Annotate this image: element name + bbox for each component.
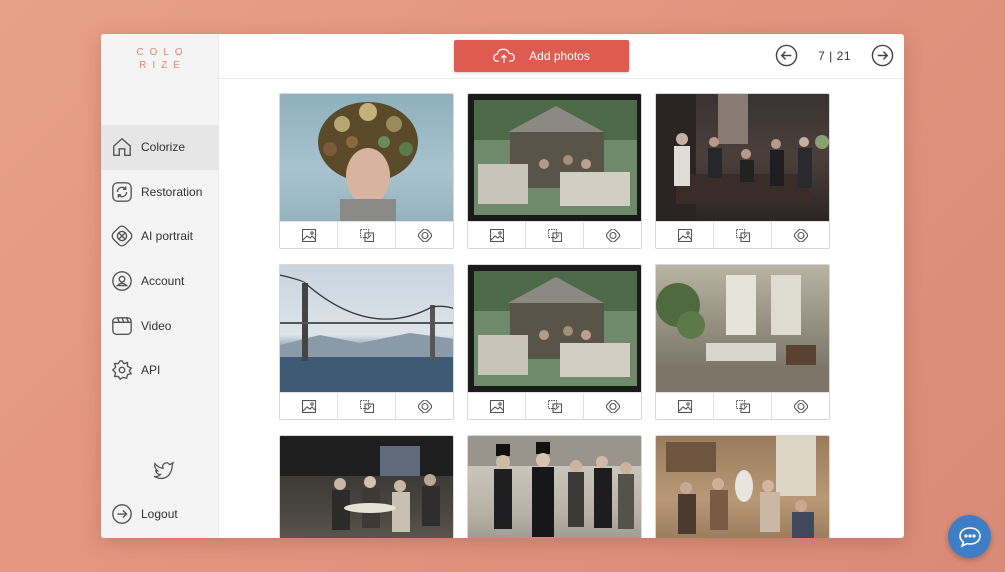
photo-card xyxy=(467,435,642,538)
card-actions xyxy=(656,221,829,248)
sidebar-item-label: Account xyxy=(141,274,185,289)
page-total: 21 xyxy=(836,48,851,63)
card-actions xyxy=(280,392,453,419)
gear-icon xyxy=(111,359,133,381)
aperture-icon[interactable] xyxy=(584,222,641,248)
photo-thumbnail[interactable] xyxy=(656,94,829,221)
photo-card xyxy=(655,264,830,420)
crop-resize-icon[interactable] xyxy=(714,222,772,248)
photo-thumbnail[interactable] xyxy=(468,265,641,392)
sidebar-item-api[interactable]: API xyxy=(101,348,219,393)
twitter-icon[interactable] xyxy=(153,460,175,480)
sidebar-item-label: AI portrait xyxy=(141,229,194,244)
image-icon[interactable] xyxy=(468,393,526,419)
chat-bubble-icon[interactable] xyxy=(948,515,991,558)
image-icon[interactable] xyxy=(280,222,338,248)
aperture-icon[interactable] xyxy=(396,393,453,419)
sidebar-item-label: Restoration xyxy=(141,184,203,199)
crop-resize-icon[interactable] xyxy=(526,222,584,248)
logout-label: Logout xyxy=(141,507,178,521)
sidebar: COLO RIZE Colorize Restoration AI portra… xyxy=(101,34,219,538)
aperture-icon[interactable] xyxy=(772,393,829,419)
photo-card xyxy=(467,93,642,249)
photo-thumbnail[interactable] xyxy=(280,436,453,538)
image-icon[interactable] xyxy=(280,393,338,419)
photo-card xyxy=(279,264,454,420)
add-photos-button[interactable]: Add photos xyxy=(454,40,629,72)
main-content: Add photos 7 | 21 xyxy=(219,34,904,538)
photo-grid xyxy=(279,93,830,538)
aperture-icon[interactable] xyxy=(396,222,453,248)
arrow-right-circle-icon[interactable] xyxy=(871,44,894,67)
logo[interactable]: COLO RIZE xyxy=(101,46,219,72)
topbar: Add photos 7 | 21 xyxy=(219,34,904,79)
sidebar-item-colorize[interactable]: Colorize xyxy=(101,125,219,170)
photo-card xyxy=(655,93,830,249)
add-photos-label: Add photos xyxy=(529,49,590,63)
image-icon[interactable] xyxy=(656,393,714,419)
sidebar-item-label: Video xyxy=(141,318,172,333)
card-actions xyxy=(656,392,829,419)
page-counter: 7 | 21 xyxy=(818,49,851,63)
image-icon[interactable] xyxy=(656,222,714,248)
arrow-left-circle-icon[interactable] xyxy=(775,44,798,67)
sidebar-item-label: Colorize xyxy=(141,140,186,155)
photo-card xyxy=(655,435,830,538)
photo-card xyxy=(279,93,454,249)
pagination: 7 | 21 xyxy=(775,44,894,67)
photo-card xyxy=(279,435,454,538)
logout-button[interactable]: Logout xyxy=(111,503,178,525)
sidebar-nav: Colorize Restoration AI portrait Account xyxy=(101,125,219,393)
sidebar-item-video[interactable]: Video xyxy=(101,303,219,348)
sidebar-item-account[interactable]: Account xyxy=(101,259,219,304)
card-actions xyxy=(468,221,641,248)
photo-thumbnail[interactable] xyxy=(280,94,453,221)
user-icon xyxy=(111,270,133,292)
photo-thumbnail[interactable] xyxy=(280,265,453,392)
restore-icon xyxy=(111,181,133,203)
home-icon xyxy=(111,136,133,158)
image-icon[interactable] xyxy=(468,222,526,248)
cloud-upload-icon xyxy=(493,48,515,63)
ai-portrait-icon xyxy=(111,225,133,247)
photo-thumbnail[interactable] xyxy=(656,436,829,538)
photo-thumbnail[interactable] xyxy=(468,94,641,221)
app-window: COLO RIZE Colorize Restoration AI portra… xyxy=(101,34,904,538)
card-actions xyxy=(468,392,641,419)
crop-resize-icon[interactable] xyxy=(338,393,396,419)
aperture-icon[interactable] xyxy=(584,393,641,419)
crop-resize-icon[interactable] xyxy=(338,222,396,248)
logo-line-2: RIZE xyxy=(139,60,186,71)
aperture-icon[interactable] xyxy=(772,222,829,248)
photo-thumbnail[interactable] xyxy=(468,436,641,538)
sidebar-item-ai-portrait[interactable]: AI portrait xyxy=(101,214,219,259)
photo-thumbnail[interactable] xyxy=(656,265,829,392)
card-actions xyxy=(280,221,453,248)
crop-resize-icon[interactable] xyxy=(526,393,584,419)
page-current: 7 xyxy=(818,48,826,63)
logout-icon xyxy=(111,503,133,525)
logo-line-1: COLO xyxy=(136,47,189,58)
crop-resize-icon[interactable] xyxy=(714,393,772,419)
video-icon xyxy=(111,315,133,337)
photo-card xyxy=(467,264,642,420)
sidebar-item-restoration[interactable]: Restoration xyxy=(101,170,219,215)
sidebar-item-label: API xyxy=(141,363,161,378)
page-separator: | xyxy=(829,48,833,63)
